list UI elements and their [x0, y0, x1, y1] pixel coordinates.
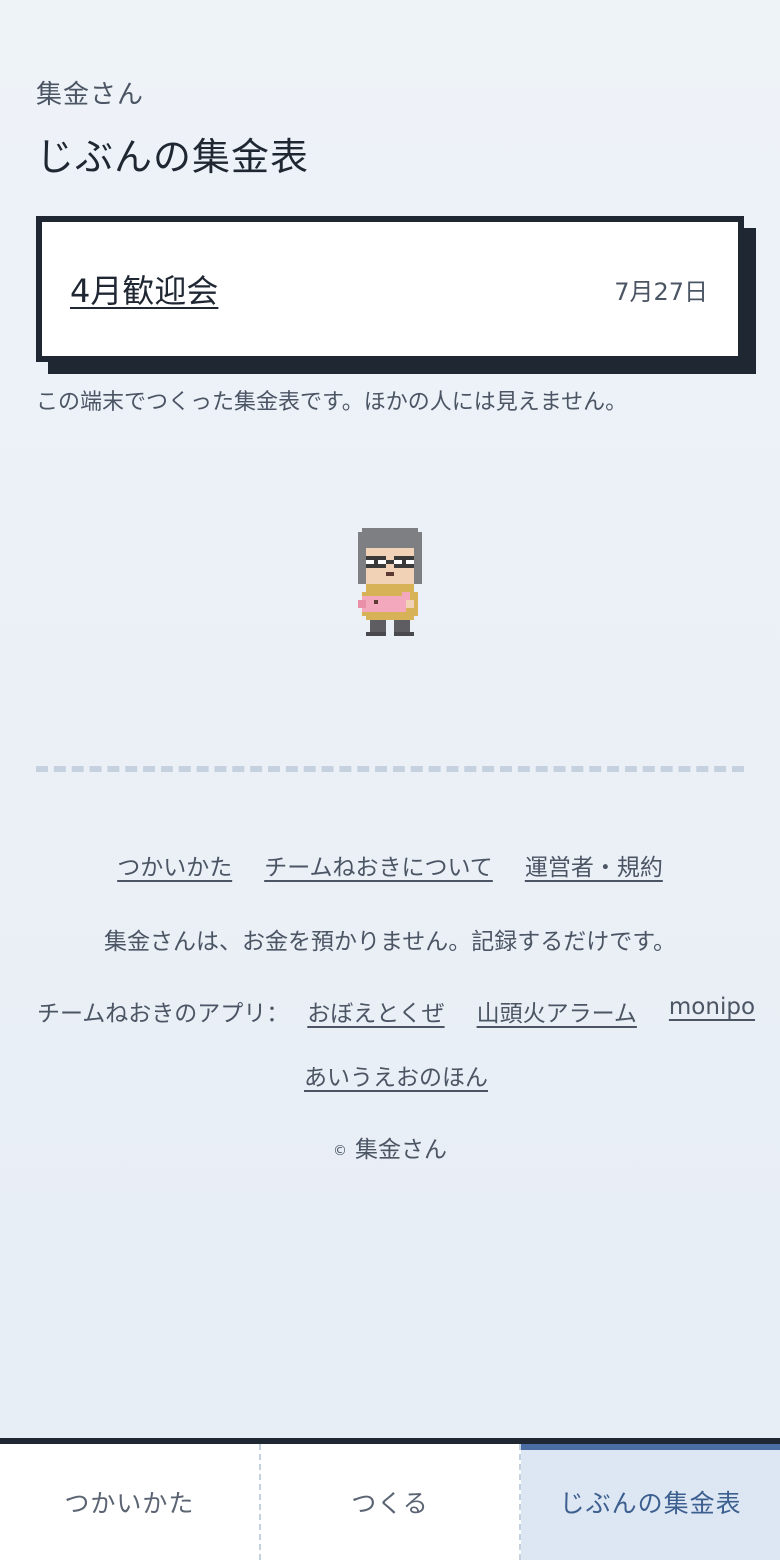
footer-links: つかいかた チームねおきについて 運営者・規約 [0, 848, 780, 882]
app-link-aiueo-book[interactable]: あいうえおのほん [304, 1058, 488, 1092]
tab-create[interactable]: つくる [261, 1444, 522, 1560]
app-link-santoka-alarm[interactable]: 山頭火アラーム [477, 994, 637, 1028]
footer-link-operator-terms[interactable]: 運営者・規約 [525, 848, 663, 882]
copyright: © 集金さん [0, 1130, 780, 1164]
app-link-oboetokuze[interactable]: おぼえとくぜ [307, 994, 444, 1028]
team-apps: チームねおきのアプリ： おぼえとくぜ 山頭火アラーム monipo あいうえおの… [36, 994, 756, 1092]
device-only-notice: この端末でつくった集金表です。ほかの人には見えません。 [36, 390, 628, 415]
copyright-text: 集金さん [355, 1137, 447, 1163]
tab-my-tables[interactable]: じぶんの集金表 [521, 1444, 780, 1560]
mascot-character-illustration [358, 528, 422, 636]
copyright-symbol: © [333, 1142, 347, 1159]
section-divider [36, 766, 744, 772]
team-apps-label: チームねおきのアプリ： [36, 1001, 290, 1027]
app-link-monipo[interactable]: monipo [669, 994, 755, 1028]
bottom-tab-bar: つかいかた つくる じぶんの集金表 [0, 1438, 780, 1560]
collection-table-title-link[interactable]: 4月歓迎会 [70, 266, 218, 312]
app-name: 集金さん [36, 80, 145, 110]
collection-table-card[interactable]: 4月歓迎会 7月27日 [36, 216, 744, 362]
collection-table-date: 7月27日 [614, 277, 708, 306]
footer-link-how-to-use[interactable]: つかいかた [117, 848, 232, 882]
disclaimer: 集金さんは、お金を預かりません。記録するだけです。 [103, 929, 676, 955]
footer-link-about-team[interactable]: チームねおきについて [264, 848, 493, 882]
page-title: じぶんの集金表 [36, 135, 310, 179]
tab-how-to-use[interactable]: つかいかた [0, 1444, 261, 1560]
